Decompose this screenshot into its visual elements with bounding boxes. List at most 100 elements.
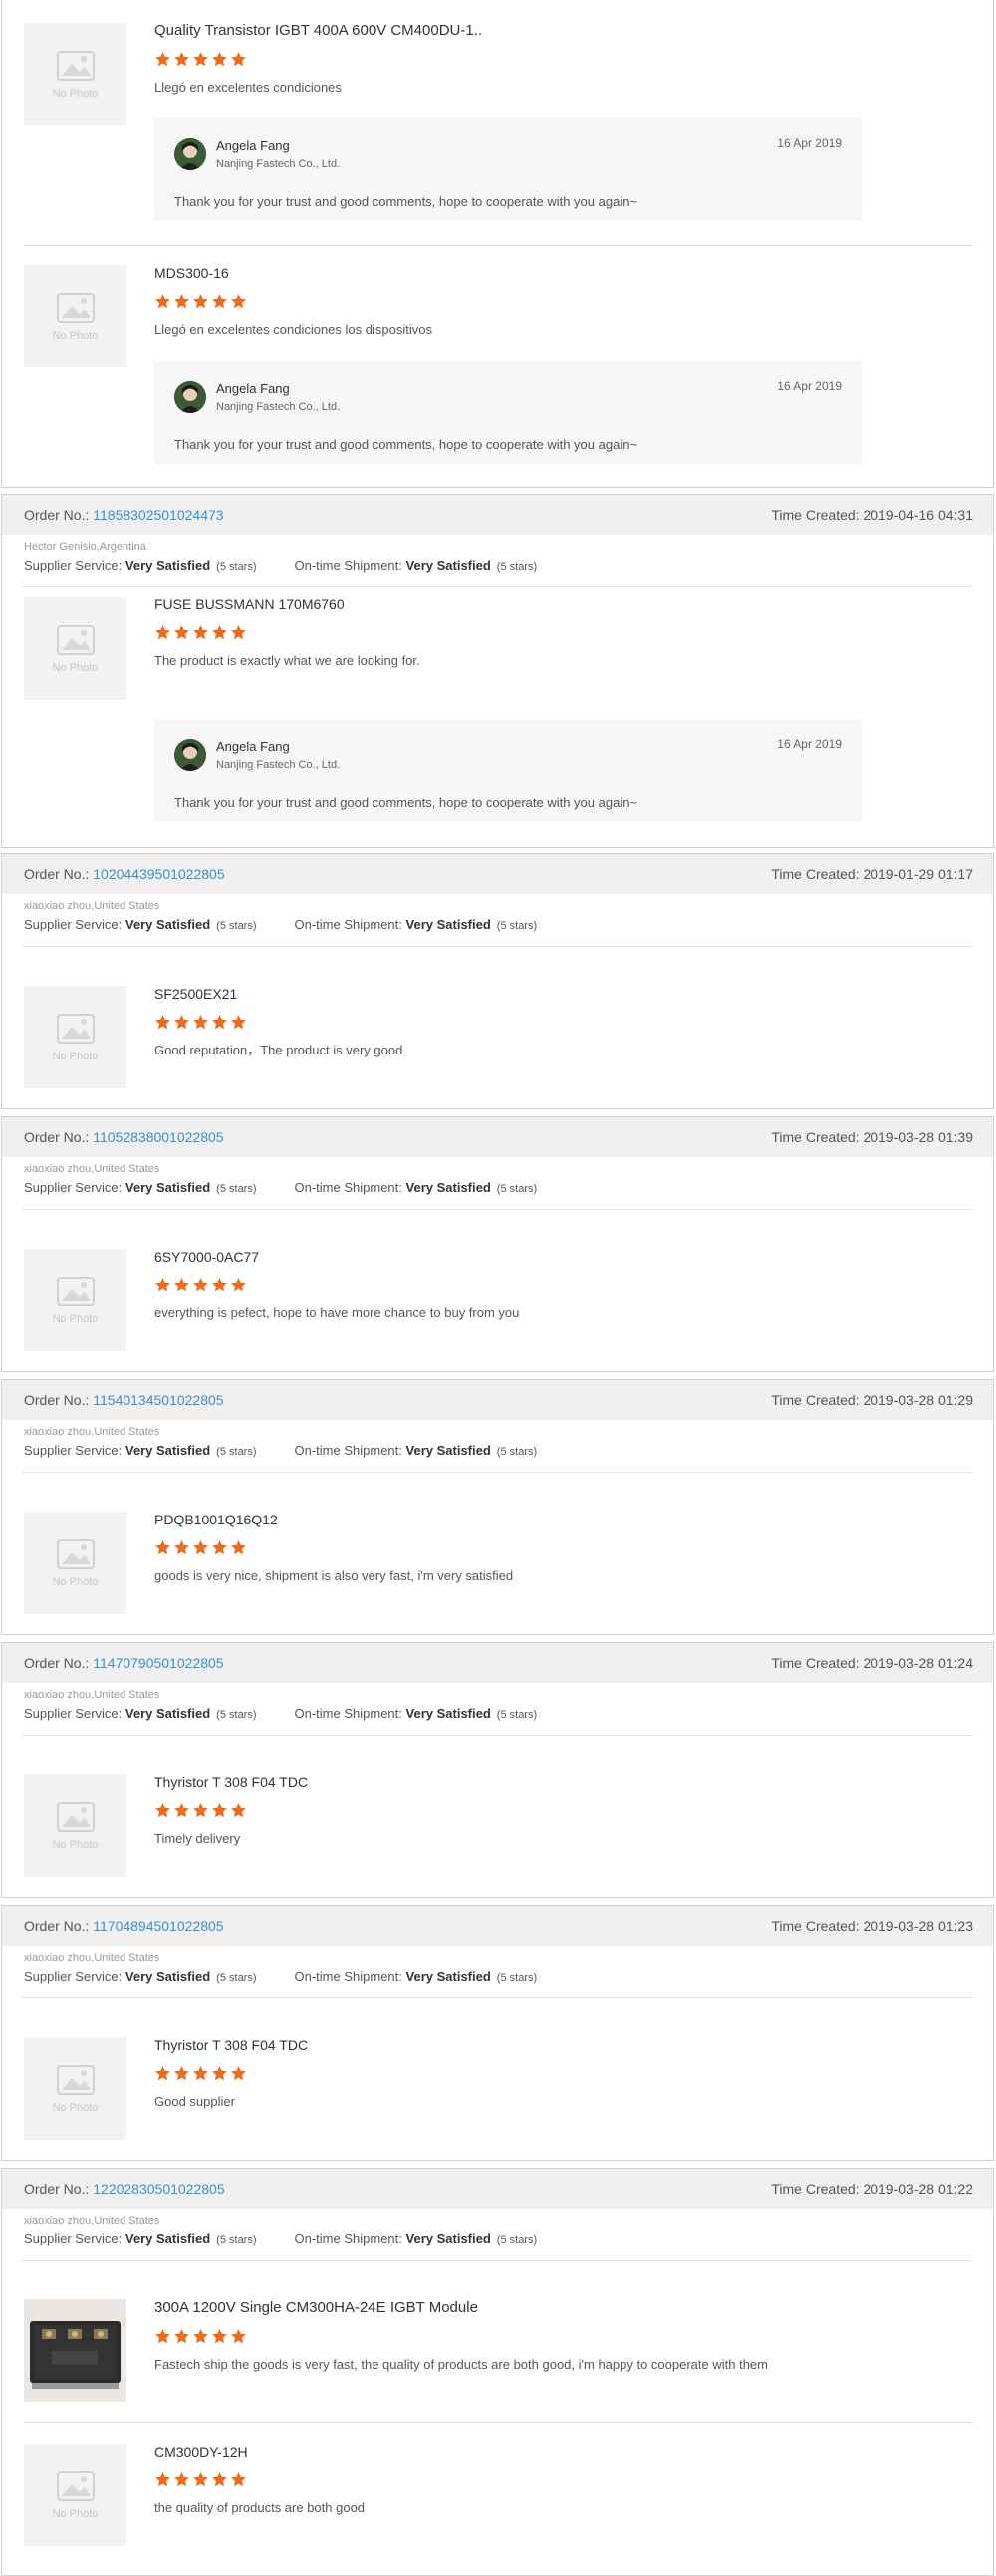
review-item: SF2500EX21 Good reputation，The product i… xyxy=(154,984,973,1059)
item-divider xyxy=(24,245,973,246)
buyer-info: xiaoxiao zhou,United States xyxy=(24,1952,160,1964)
product-thumbnail[interactable]: No Photo xyxy=(24,1249,126,1351)
order-card: Order No.: 11540134501022805 Time Create… xyxy=(1,1379,994,1635)
product-thumbnail[interactable]: No Photo xyxy=(24,1512,126,1614)
avatar xyxy=(174,739,206,771)
star-rating xyxy=(154,293,973,311)
service-ratings: Supplier Service: Very Satisfied (5 stars… xyxy=(24,558,538,573)
product-thumbnail[interactable]: No Photo xyxy=(24,23,126,125)
product-title[interactable]: Thyristor T 308 F04 TDC xyxy=(154,2035,973,2055)
review-comment: the quality of products are both good xyxy=(154,2500,366,2515)
star-icon xyxy=(193,1278,208,1292)
service-ratings: Supplier Service: Very Satisfied (5 stars… xyxy=(24,1443,538,1458)
order-meta: xiaoxiao zhou,United States Supplier Ser… xyxy=(2,1420,993,1464)
product-thumbnail[interactable]: No Photo xyxy=(24,265,126,367)
order-header: Order No.: 11704894501022805 Time Create… xyxy=(2,1906,993,1946)
no-photo-label: No Photo xyxy=(52,1312,99,1325)
review-comment: everything is pefect, hope to have more … xyxy=(154,1305,520,1320)
product-title[interactable]: 6SY7000-0AC77 xyxy=(154,1247,973,1267)
star-icon xyxy=(231,2472,246,2487)
star-icon xyxy=(174,1278,189,1292)
order-header: Order No.: 11052838001022805 Time Create… xyxy=(2,1117,993,1157)
review-item: 300A 1200V Single CM300HA-24E IGBT Modul… xyxy=(154,2298,973,2374)
seller-reply: Angela Fang Nanjing Fastech Co., Ltd. 16… xyxy=(154,719,862,821)
order-number-link[interactable]: 10204439501022805 xyxy=(93,866,224,882)
product-title[interactable]: Quality Transistor IGBT 400A 600V CM400D… xyxy=(154,21,973,41)
star-icon xyxy=(231,52,246,67)
no-photo-label: No Photo xyxy=(52,661,99,674)
review-item: FUSE BUSSMANN 170M6760 The product is ex… xyxy=(154,594,973,670)
star-icon xyxy=(174,2066,189,2081)
image-placeholder-icon xyxy=(56,1801,95,1832)
star-icon xyxy=(174,2329,189,2344)
star-rating xyxy=(154,1277,973,1294)
star-icon xyxy=(212,2329,227,2344)
image-placeholder-icon xyxy=(56,50,95,81)
product-photo[interactable] xyxy=(24,2299,126,2402)
buyer-info: xiaoxiao zhou,United States xyxy=(24,1426,160,1438)
order-header: Order No.: 11858302501024473 Time Create… xyxy=(2,495,993,535)
order-number-link[interactable]: 11470790501022805 xyxy=(93,1655,223,1671)
igbt-module-image xyxy=(24,2299,126,2402)
star-rating xyxy=(154,624,973,642)
order-card: Order No.: 11052838001022805 Time Create… xyxy=(1,1116,994,1372)
avatar xyxy=(174,381,206,413)
buyer-info: Hector Genisio,Argentina xyxy=(24,541,146,553)
section-divider xyxy=(22,1997,973,1998)
image-placeholder-icon xyxy=(56,1013,95,1044)
review-comment: The product is exactly what we are looki… xyxy=(154,653,420,668)
order-number-link[interactable]: 11052838001022805 xyxy=(93,1129,223,1145)
star-icon xyxy=(212,52,227,67)
order-meta: xiaoxiao zhou,United States Supplier Ser… xyxy=(2,1683,993,1727)
section-divider xyxy=(22,1472,973,1473)
star-icon xyxy=(174,2472,189,2487)
reply-name: Angela Fang xyxy=(216,381,290,396)
review-item: CM300DY-12H the quality of products are … xyxy=(154,2442,973,2517)
star-icon xyxy=(174,1803,189,1818)
product-title[interactable]: MDS300-16 xyxy=(154,263,973,283)
order-number-link[interactable]: 11540134501022805 xyxy=(93,1392,223,1408)
product-thumbnail[interactable]: No Photo xyxy=(24,1774,126,1877)
star-rating xyxy=(154,1014,973,1032)
product-title[interactable]: FUSE BUSSMANN 170M6760 xyxy=(154,594,973,614)
product-title[interactable]: CM300DY-12H xyxy=(154,2442,973,2461)
order-number-link[interactable]: 11704894501022805 xyxy=(93,1918,223,1934)
review-item: 6SY7000-0AC77 everything is pefect, hope… xyxy=(154,1247,973,1322)
product-thumbnail[interactable]: No Photo xyxy=(24,2037,126,2140)
section-divider xyxy=(22,1209,973,1210)
star-icon xyxy=(155,625,170,640)
order-number: Order No.: 10204439501022805 xyxy=(24,866,225,882)
product-thumbnail[interactable]: No Photo xyxy=(24,986,126,1088)
star-icon xyxy=(193,1803,208,1818)
no-photo-label: No Photo xyxy=(52,87,99,100)
star-icon xyxy=(231,1278,246,1292)
star-icon xyxy=(193,294,208,309)
star-icon xyxy=(212,1803,227,1818)
service-ratings: Supplier Service: Very Satisfied (5 stars… xyxy=(24,917,538,932)
order-number-link[interactable]: 12202830501022805 xyxy=(93,2181,224,2197)
reply-company: Nanjing Fastech Co., Ltd. xyxy=(216,759,341,771)
order-header: Order No.: 11540134501022805 Time Create… xyxy=(2,1380,993,1420)
order-number-link[interactable]: 11858302501024473 xyxy=(93,507,223,523)
star-icon xyxy=(174,1540,189,1555)
time-created: Time Created: 2019-03-28 01:24 xyxy=(771,1655,973,1671)
order-card: Order No.: 11470790501022805 Time Create… xyxy=(1,1642,994,1898)
product-thumbnail[interactable]: No Photo xyxy=(24,597,126,700)
reply-company: Nanjing Fastech Co., Ltd. xyxy=(216,158,341,170)
order-card: Order No.: 12202830501022805 Time Create… xyxy=(1,2168,994,2576)
product-title[interactable]: 300A 1200V Single CM300HA-24E IGBT Modul… xyxy=(154,2298,973,2318)
reply-date: 16 Apr 2019 xyxy=(777,737,842,751)
order-card: Order No.: 11858302501024473 Time Create… xyxy=(1,494,994,848)
product-title[interactable]: SF2500EX21 xyxy=(154,984,973,1004)
avatar xyxy=(174,138,206,170)
star-icon xyxy=(193,1540,208,1555)
product-title[interactable]: Thyristor T 308 F04 TDC xyxy=(154,1772,973,1792)
star-icon xyxy=(231,1015,246,1030)
product-thumbnail[interactable]: No Photo xyxy=(24,2444,126,2546)
reply-name: Angela Fang xyxy=(216,739,290,754)
star-icon xyxy=(212,1015,227,1030)
star-icon xyxy=(174,294,189,309)
product-title[interactable]: PDQB1001Q16Q12 xyxy=(154,1510,973,1529)
order-number: Order No.: 12202830501022805 xyxy=(24,2181,225,2197)
order-number: Order No.: 11704894501022805 xyxy=(24,1918,224,1934)
